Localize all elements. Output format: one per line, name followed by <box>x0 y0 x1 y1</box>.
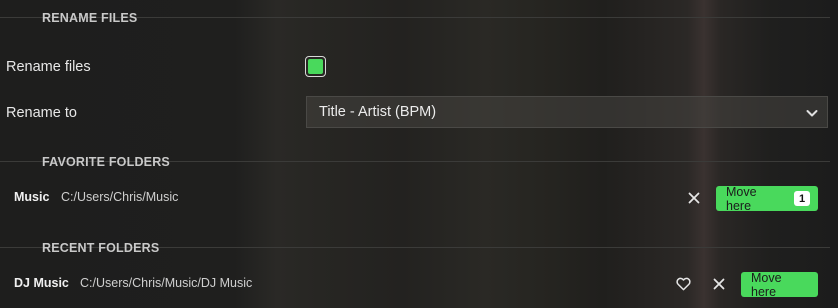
rename-to-select[interactable]: Title - Artist (BPM) <box>306 96 828 128</box>
folder-name: Music <box>14 190 50 204</box>
section-title-favorites: FAVORITE FOLDERS <box>42 155 170 169</box>
chevron-down-icon <box>806 110 818 117</box>
rename-to-label: Rename to <box>6 105 77 121</box>
rename-panel: RENAME FILES Rename files Rename to Titl… <box>0 0 838 308</box>
folder-path: C:/Users/Chris/Music/DJ Music <box>80 276 253 290</box>
move-here-button[interactable]: Move here 1 <box>716 184 818 213</box>
add-to-favorites-button[interactable] <box>674 275 692 293</box>
remove-recent-button[interactable] <box>710 275 728 293</box>
close-icon <box>688 192 700 204</box>
rename-files-checkbox[interactable] <box>305 56 326 77</box>
move-here-button[interactable]: Move here <box>741 270 818 299</box>
rename-files-label: Rename files <box>6 59 91 75</box>
rename-to-selected-value: Title - Artist (BPM) <box>319 104 437 120</box>
close-icon <box>713 278 725 290</box>
heart-icon <box>675 277 691 291</box>
move-here-label: Move here <box>751 270 782 299</box>
shortcut-badge: 1 <box>794 191 810 206</box>
section-title-recent: RECENT FOLDERS <box>42 241 160 255</box>
section-title-rename: RENAME FILES <box>42 11 138 25</box>
folder-name: DJ Music <box>14 276 69 290</box>
folder-path: C:/Users/Chris/Music <box>61 190 179 204</box>
checkbox-checked-fill <box>308 59 323 74</box>
move-here-label: Move here <box>726 184 757 213</box>
remove-favorite-button[interactable] <box>685 189 703 207</box>
